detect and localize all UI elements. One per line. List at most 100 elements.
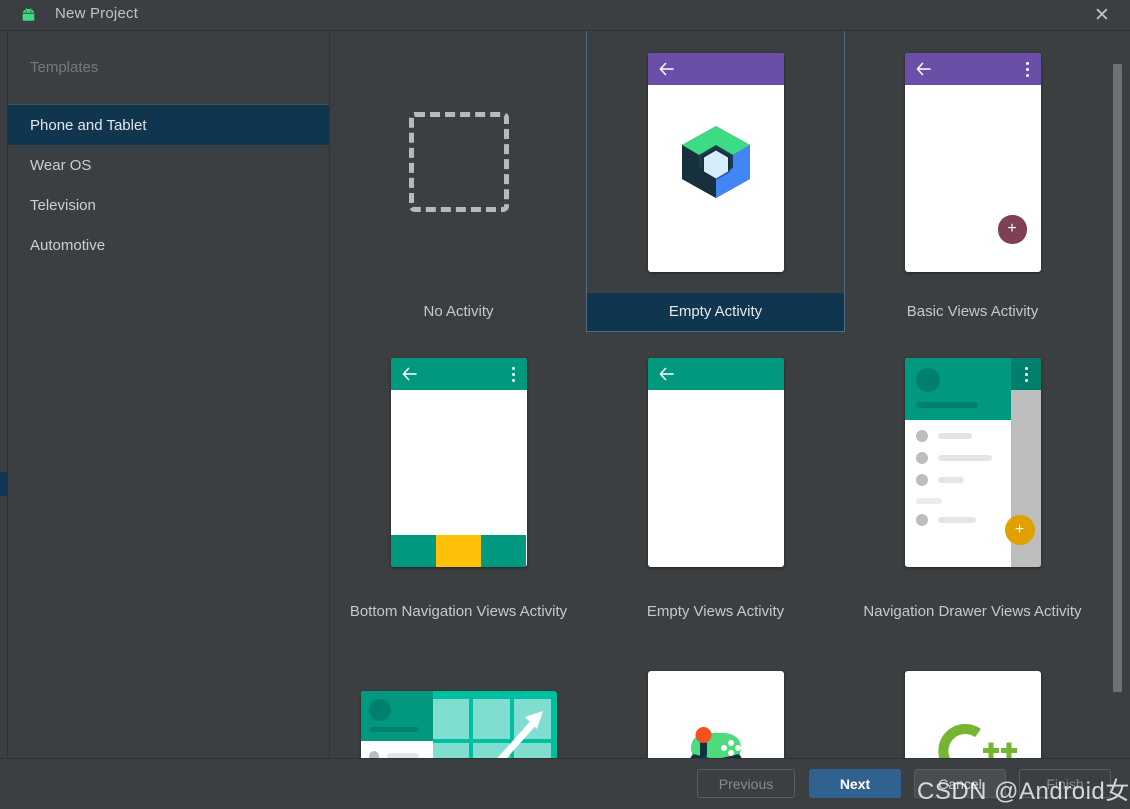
close-icon[interactable]: ✕ bbox=[1088, 2, 1116, 28]
overflow-menu-icon bbox=[1025, 61, 1030, 78]
template-grid: No Activity Empty Activity + Basic Views… bbox=[330, 31, 1101, 758]
back-arrow-icon bbox=[916, 62, 931, 75]
templates-sidebar: Templates Phone and Tablet Wear OS Telev… bbox=[8, 31, 329, 758]
finish-button[interactable]: Finish bbox=[1019, 769, 1111, 798]
list-item-icon bbox=[915, 429, 928, 442]
cancel-button[interactable]: Cancel bbox=[914, 769, 1006, 798]
next-button[interactable]: Next bbox=[809, 769, 901, 798]
sidebar-item-automotive[interactable]: Automotive bbox=[8, 225, 329, 265]
avatar bbox=[915, 367, 940, 392]
list-item bbox=[915, 451, 992, 464]
template-thumbnail: + bbox=[330, 631, 587, 758]
game-card bbox=[647, 671, 784, 758]
back-arrow-icon bbox=[659, 367, 674, 380]
list-item bbox=[368, 751, 419, 758]
drawer-subtitle-placeholder bbox=[915, 401, 978, 408]
appbar bbox=[904, 52, 1041, 85]
template-card-navigation-drawer-views-activity[interactable]: + Navigation Drawer Views Activity bbox=[844, 331, 1101, 631]
list-item-label bbox=[937, 454, 992, 461]
list-item-label bbox=[937, 432, 972, 439]
template-label: Empty Activity bbox=[587, 293, 844, 331]
list-item-icon bbox=[915, 473, 928, 486]
template-card-responsive-views-activity[interactable]: + bbox=[330, 631, 587, 758]
sidebar-item-label: Phone and Tablet bbox=[30, 116, 147, 134]
template-card-empty-activity[interactable]: Empty Activity bbox=[586, 31, 845, 332]
template-thumbnail bbox=[330, 31, 587, 293]
sidebar-item-wear-os[interactable]: Wear OS bbox=[8, 145, 329, 185]
drawer-header bbox=[904, 357, 1011, 420]
list-item-icon bbox=[915, 451, 928, 464]
template-label: Basic Views Activity bbox=[906, 303, 1039, 320]
dialog-footer: Previous Next Cancel Finish bbox=[0, 758, 1130, 809]
template-thumbnail bbox=[844, 631, 1101, 758]
overflow-menu-icon bbox=[1024, 366, 1029, 383]
cpp-logo-icon bbox=[937, 724, 1017, 758]
template-gallery: No Activity Empty Activity + Basic Views… bbox=[330, 31, 1119, 758]
template-thumbnail: + bbox=[844, 331, 1101, 593]
list-item bbox=[915, 429, 972, 442]
vertical-scrollbar-thumb[interactable] bbox=[1113, 64, 1122, 692]
previous-button[interactable]: Previous bbox=[697, 769, 795, 798]
appbar bbox=[647, 52, 784, 85]
list-item-label bbox=[937, 516, 976, 523]
sidebar-item-television[interactable]: Television bbox=[8, 185, 329, 225]
template-thumbnail bbox=[587, 31, 844, 293]
template-card-game-activity[interactable] bbox=[587, 631, 844, 758]
appbar bbox=[647, 357, 784, 390]
list-group-label bbox=[915, 497, 942, 504]
drawer-subtitle-placeholder bbox=[368, 727, 419, 732]
new-project-dialog: New Project ✕ Templates Phone and Tablet… bbox=[0, 0, 1130, 809]
back-arrow-icon bbox=[402, 367, 417, 380]
responsive-layout-icon: + bbox=[360, 691, 557, 758]
sidebar-item-phone-and-tablet[interactable]: Phone and Tablet bbox=[8, 105, 329, 145]
footer-divider bbox=[0, 758, 1130, 759]
list-item-label bbox=[937, 476, 964, 483]
list-item-icon bbox=[368, 751, 379, 758]
list-item bbox=[915, 473, 964, 486]
android-robot-icon bbox=[22, 7, 35, 21]
template-card-basic-views-activity[interactable]: + Basic Views Activity bbox=[844, 31, 1101, 331]
dialog-titlebar: New Project ✕ bbox=[0, 0, 1130, 30]
template-label: No Activity bbox=[423, 303, 494, 320]
phone-mock: + bbox=[904, 52, 1041, 272]
template-label: Empty Views Activity bbox=[646, 603, 785, 620]
dashed-rectangle-icon bbox=[408, 112, 509, 212]
template-thumbnail bbox=[587, 631, 844, 758]
back-arrow-icon bbox=[659, 62, 674, 75]
drawer-header bbox=[360, 691, 433, 741]
template-thumbnail: + bbox=[844, 31, 1101, 293]
list-item bbox=[915, 513, 976, 526]
template-thumbnail bbox=[587, 331, 844, 593]
overflow-menu-icon bbox=[511, 366, 516, 383]
phone-mock bbox=[647, 357, 784, 567]
floating-action-button-icon: + bbox=[997, 214, 1027, 244]
phone-mock bbox=[390, 357, 527, 567]
avatar bbox=[368, 699, 391, 721]
phone-mock bbox=[647, 52, 784, 272]
vertical-scrollbar-track[interactable] bbox=[1113, 31, 1127, 758]
template-card-bottom-navigation-views-activity[interactable]: Bottom Navigation Views Activity bbox=[330, 331, 587, 631]
template-label: Bottom Navigation Views Activity bbox=[349, 603, 568, 620]
template-card-empty-views-activity[interactable]: Empty Views Activity bbox=[587, 331, 844, 631]
floating-action-button-icon: + bbox=[1004, 514, 1035, 545]
resize-arrow-icon bbox=[496, 711, 543, 758]
template-thumbnail bbox=[330, 331, 587, 593]
template-label: Navigation Drawer Views Activity bbox=[863, 603, 1082, 620]
appbar bbox=[390, 357, 527, 390]
drawer-panel bbox=[360, 691, 433, 758]
native-cpp-card bbox=[904, 671, 1041, 758]
drawer-item-list bbox=[904, 419, 1011, 567]
sidebar-header: Templates bbox=[30, 59, 99, 76]
sidebar-item-label: Automotive bbox=[30, 236, 106, 254]
dialog-title: New Project bbox=[55, 5, 139, 22]
template-card-no-activity[interactable]: No Activity bbox=[330, 31, 587, 331]
phone-mock: + bbox=[904, 357, 1041, 567]
list-item-icon bbox=[915, 513, 928, 526]
bottom-navigation-bar-icon bbox=[390, 534, 527, 567]
sidebar-item-label: Wear OS bbox=[30, 156, 92, 174]
sidebar-item-label: Television bbox=[30, 196, 96, 214]
template-card-native-cpp[interactable] bbox=[844, 631, 1101, 758]
jetpack-compose-logo-icon bbox=[681, 126, 750, 198]
game-controller-icon bbox=[689, 727, 742, 758]
drawer-scrim-appbar bbox=[1010, 357, 1041, 390]
